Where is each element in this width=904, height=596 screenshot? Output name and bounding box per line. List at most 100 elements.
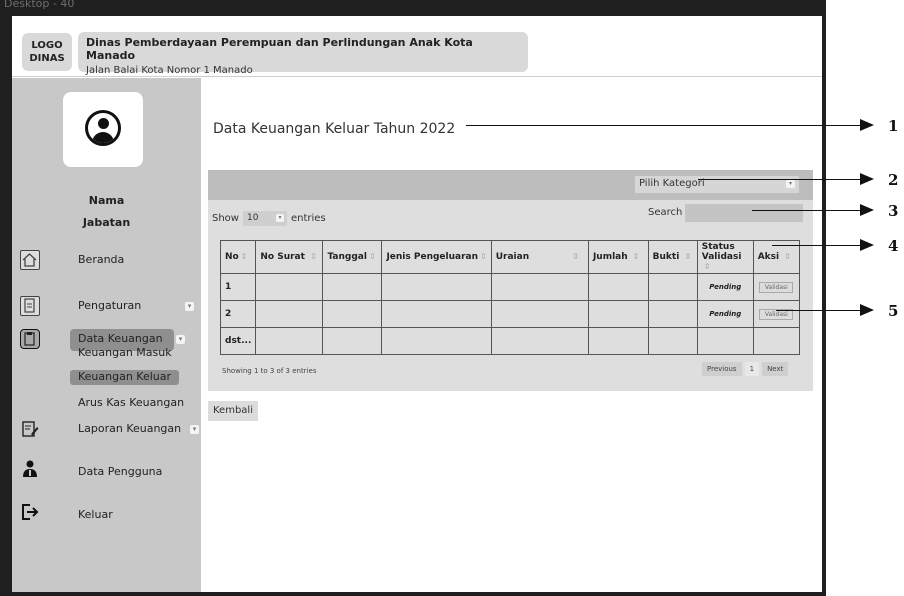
- column-header-uraian[interactable]: Uraian ⇳: [490, 240, 589, 274]
- window-frame: Desktop - 40 LOGO DINAS Dinas Pemberdaya…: [0, 0, 826, 596]
- sidebar-item-label: Data Pengguna: [78, 465, 163, 478]
- annotation-number-5: 5: [888, 302, 899, 320]
- cell-aksi: [752, 327, 801, 355]
- submenu-item-keuangan-masuk[interactable]: Keuangan Masuk: [78, 346, 172, 359]
- cell-aksi: Validasi: [752, 273, 801, 301]
- cell-tanggal: [322, 300, 383, 328]
- entries-value: 10: [246, 213, 259, 223]
- annotation-arrow-icon: [860, 204, 874, 216]
- entries-control: Show 10 ▾ entries: [212, 211, 326, 226]
- pagination-next[interactable]: Next: [762, 362, 789, 376]
- submenu-item-keuangan-keluar[interactable]: Keuangan Keluar: [78, 370, 171, 383]
- cell-status: Pending: [696, 300, 754, 328]
- search-input[interactable]: [685, 204, 803, 222]
- sidebar-item-keluar[interactable]: Keluar: [12, 502, 201, 526]
- edit-report-icon: [20, 419, 40, 439]
- logo-line-2: DINAS: [29, 53, 65, 64]
- chevron-down-icon: ▾: [786, 180, 795, 188]
- sidebar-item-label: Beranda: [78, 253, 125, 266]
- cell-no-surat: [255, 327, 324, 355]
- sidebar-item-label: Keluar: [78, 508, 113, 521]
- pagination-previous[interactable]: Previous: [702, 362, 742, 376]
- cell-no: 1: [219, 273, 257, 301]
- logo-line-1: LOGO: [31, 40, 63, 51]
- chevron-down-icon: ▾: [275, 214, 284, 222]
- cell-tanggal: [322, 327, 383, 355]
- chevron-down-icon[interactable]: ▾: [176, 335, 185, 344]
- annotation-line: [466, 125, 864, 126]
- cell-bukti: [647, 273, 698, 301]
- column-header-jenis-pengeluaran[interactable]: Jenis Pengeluaran ⇳: [381, 240, 492, 274]
- column-header-tanggal[interactable]: Tanggal ⇳: [322, 240, 383, 274]
- sidebar: Nama Jabatan Beranda Pengaturan ▾ Data K…: [12, 78, 201, 592]
- logo: LOGO DINAS: [22, 33, 72, 71]
- annotation-number-4: 4: [888, 237, 899, 255]
- user-name: Nama: [88, 194, 125, 207]
- document-icon: [20, 296, 40, 316]
- sidebar-item-label: Data Keuangan: [78, 332, 163, 345]
- cell-jumlah: [587, 273, 649, 301]
- sidebar-item-beranda[interactable]: Beranda: [12, 250, 201, 274]
- sidebar-item-laporan-keuangan[interactable]: Laporan Keuangan ▾: [12, 419, 201, 443]
- organization-address: Jalan Balai Kota Nomor 1 Manado: [86, 65, 253, 76]
- avatar-icon: [85, 110, 121, 146]
- annotation-line: [698, 179, 864, 180]
- cell-no-surat: [255, 300, 324, 328]
- chevron-down-icon[interactable]: ▾: [190, 425, 199, 434]
- submenu-item-arus-kas[interactable]: Arus Kas Keuangan: [78, 396, 184, 409]
- annotation-arrow-icon: [860, 239, 874, 251]
- cell-bukti: [647, 327, 698, 355]
- cell-jumlah: [587, 300, 649, 328]
- back-button[interactable]: Kembali: [208, 401, 258, 421]
- status-badge: Pending: [709, 283, 742, 291]
- chevron-down-icon[interactable]: ▾: [185, 302, 194, 311]
- header: LOGO DINAS Dinas Pemberdayaan Perempuan …: [12, 16, 822, 77]
- status-badge: Pending: [709, 310, 742, 318]
- cell-status: Pending: [696, 273, 754, 301]
- validasi-button[interactable]: Validasi: [759, 281, 794, 293]
- person-icon: [20, 459, 40, 479]
- table-row: dst...: [219, 327, 801, 355]
- column-header-jumlah[interactable]: Jumlah ⇳: [587, 240, 649, 274]
- panel-toolbar: Pilih Kategori ▾: [208, 170, 813, 200]
- entries-select[interactable]: 10 ▾: [242, 211, 287, 226]
- column-header-bukti[interactable]: Bukti ⇳: [647, 240, 698, 274]
- pagination: Previous 1 Next: [702, 362, 789, 376]
- frame-title: Desktop - 40: [4, 0, 75, 10]
- sidebar-item-pengaturan[interactable]: Pengaturan ▾: [12, 296, 201, 320]
- cell-no: 2: [219, 300, 257, 328]
- sidebar-item-label: Pengaturan: [78, 299, 142, 312]
- sidebar-item-data-pengguna[interactable]: Data Pengguna: [12, 459, 201, 483]
- entries-label: entries: [290, 213, 326, 224]
- annotation-number-2: 2: [888, 171, 899, 189]
- data-table: No ⇳ No Surat ⇳ Tanggal ⇳ Jenis Pengeluara…: [219, 240, 801, 355]
- search-label: Search: [648, 207, 683, 218]
- page-title: Data Keuangan Keluar Tahun 2022: [213, 121, 456, 137]
- organization-box: Dinas Pemberdayaan Perempuan dan Perlind…: [78, 32, 528, 76]
- home-icon: [20, 250, 40, 270]
- table-header-row: No ⇳ No Surat ⇳ Tanggal ⇳ Jenis Pengeluara…: [219, 240, 801, 274]
- user-role: Jabatan: [82, 216, 131, 229]
- column-header-no[interactable]: No ⇳: [219, 240, 257, 274]
- annotation-arrow-icon: [860, 119, 874, 131]
- avatar-card: [63, 92, 143, 167]
- column-header-no-surat[interactable]: No Surat ⇳: [255, 240, 324, 274]
- annotation-number-1: 1: [888, 117, 899, 135]
- cell-jenis-pengeluaran: [381, 273, 492, 301]
- column-header-status-validasi[interactable]: Status Validasi ⇳: [696, 240, 754, 274]
- annotation-number-3: 3: [888, 202, 899, 220]
- annotation-arrow-icon: [860, 304, 874, 316]
- organization-name: Dinas Pemberdayaan Perempuan dan Perlind…: [86, 36, 473, 62]
- showing-entries-text: Showing 1 to 3 of 3 entries: [222, 367, 317, 375]
- annotation-line: [776, 310, 864, 311]
- table-row: 1 Pending Validasi: [219, 273, 801, 301]
- cell-jenis-pengeluaran: [381, 327, 492, 355]
- data-panel: Pilih Kategori ▾ Show 10 ▾ entries Searc…: [208, 170, 813, 391]
- cell-tanggal: [322, 273, 383, 301]
- cell-uraian: [490, 327, 589, 355]
- cell-no: dst...: [219, 327, 257, 355]
- app-screen: LOGO DINAS Dinas Pemberdayaan Perempuan …: [12, 16, 822, 592]
- pagination-page[interactable]: 1: [744, 362, 760, 376]
- show-label: Show: [212, 213, 239, 224]
- annotation-arrow-icon: [860, 173, 874, 185]
